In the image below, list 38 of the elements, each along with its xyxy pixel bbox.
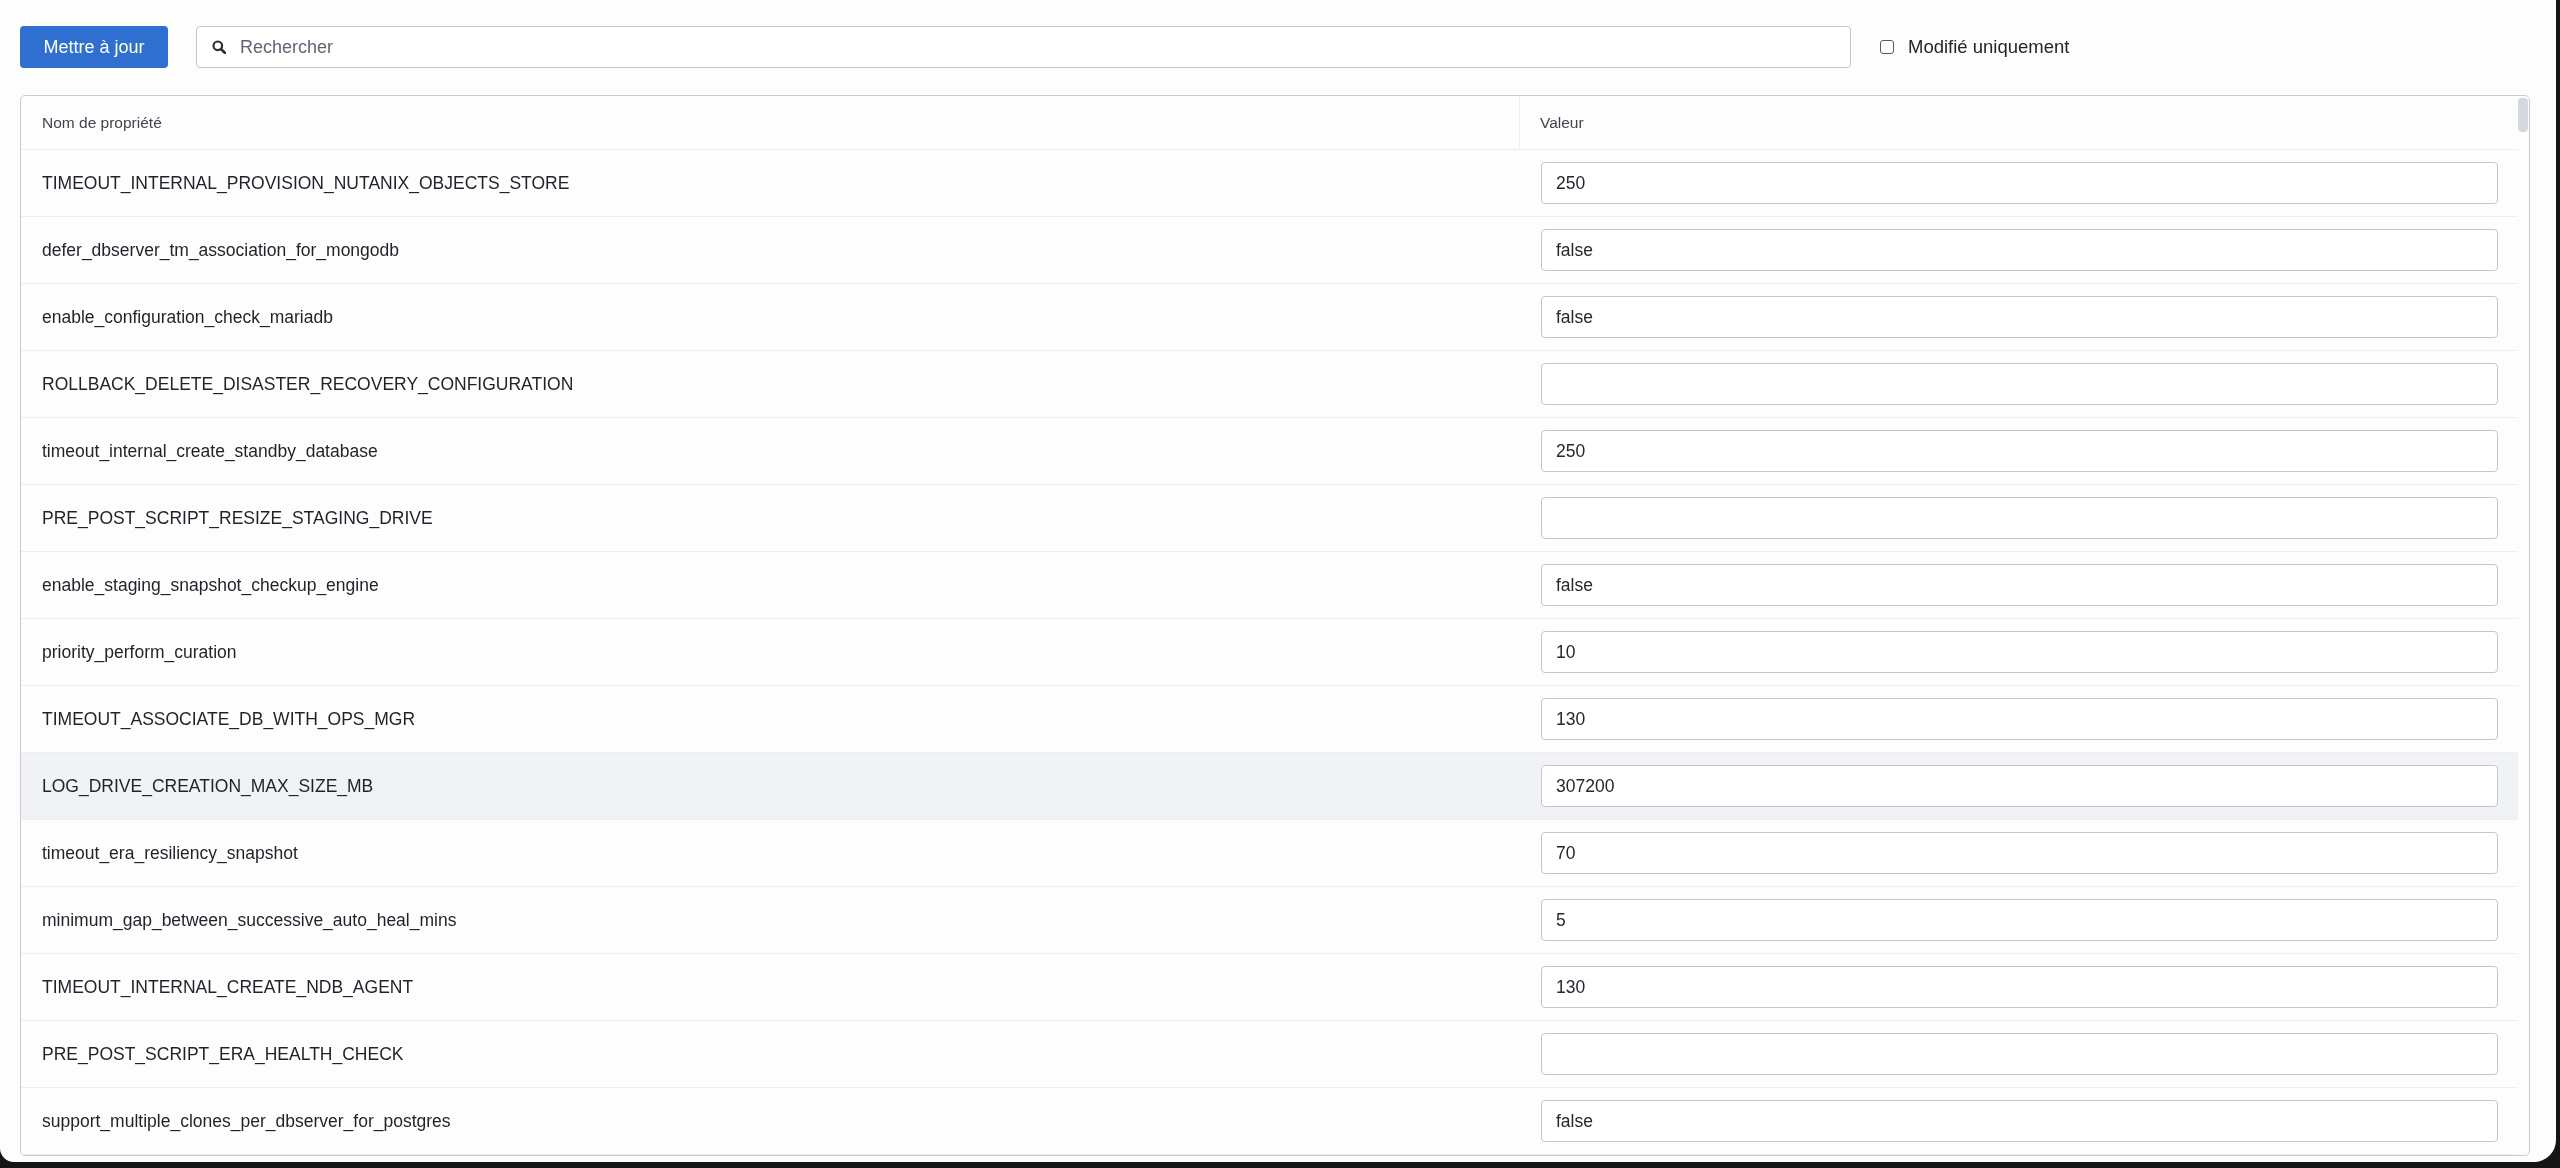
- value-field[interactable]: 130: [1541, 698, 2498, 740]
- column-header: Nom de propriété: [42, 113, 162, 132]
- scrollbar-thumb[interactable]: [2518, 98, 2528, 132]
- property-name: minimum_gap_between_successive_auto_heal_mins: [42, 909, 457, 931]
- value-field[interactable]: 70: [1541, 832, 2498, 874]
- value-field[interactable]: 307200: [1541, 765, 2498, 807]
- value-field[interactable]: [1541, 497, 2498, 539]
- property-name: timeout_era_resiliency_snapshot: [42, 842, 298, 864]
- value-field[interactable]: 5: [1541, 899, 2498, 941]
- search-field[interactable]: Rechercher: [196, 26, 1851, 68]
- checkbox[interactable]: [1880, 40, 1894, 54]
- property-name: defer_dbserver_tm_association_for_mongodb: [42, 239, 400, 261]
- value-field[interactable]: [1541, 363, 2498, 405]
- property-name: support_multiple_clones_per_dbserver_for_postgres: [42, 1110, 451, 1132]
- value-field[interactable]: false: [1541, 296, 2498, 338]
- property-name: enable_staging_snapshot_checkup_engine: [42, 574, 379, 596]
- property-name: TIMEOUT_INTERNAL_PROVISION_NUTANIX_OBJECTS_STORE: [42, 172, 570, 194]
- property-name: LOG_DRIVE_CREATION_MAX_SIZE_MB: [42, 775, 374, 797]
- search-icon: [212, 40, 226, 54]
- value-field[interactable]: false: [1541, 564, 2498, 606]
- property-name: PRE_POST_SCRIPT_ERA_HEALTH_CHECK: [42, 1043, 404, 1065]
- value-field[interactable]: 250: [1541, 162, 2498, 204]
- value-field[interactable]: 250: [1541, 430, 2498, 472]
- value-field[interactable]: false: [1541, 1100, 2498, 1142]
- property-name: ROLLBACK_DELETE_DISASTER_RECOVERY_CONFIGURATION: [42, 373, 574, 395]
- checkbox-label[interactable]: Modifié uniquement: [1908, 36, 2070, 58]
- column-header: Valeur: [1540, 113, 1584, 132]
- update-button[interactable]: Mettre à jour: [20, 26, 168, 68]
- property-name: TIMEOUT_ASSOCIATE_DB_WITH_OPS_MGR: [42, 708, 416, 730]
- property-name: TIMEOUT_INTERNAL_CREATE_NDB_AGENT: [42, 976, 414, 998]
- property-name: timeout_internal_create_standby_database: [42, 440, 378, 462]
- value-field[interactable]: [1541, 1033, 2498, 1075]
- value-field[interactable]: 10: [1541, 631, 2498, 673]
- property-name: enable_configuration_check_mariadb: [42, 306, 333, 328]
- value-field[interactable]: false: [1541, 229, 2498, 271]
- property-name: priority_perform_curation: [42, 641, 237, 663]
- property-name: PRE_POST_SCRIPT_RESIZE_STAGING_DRIVE: [42, 507, 433, 529]
- value-field[interactable]: 130: [1541, 966, 2498, 1008]
